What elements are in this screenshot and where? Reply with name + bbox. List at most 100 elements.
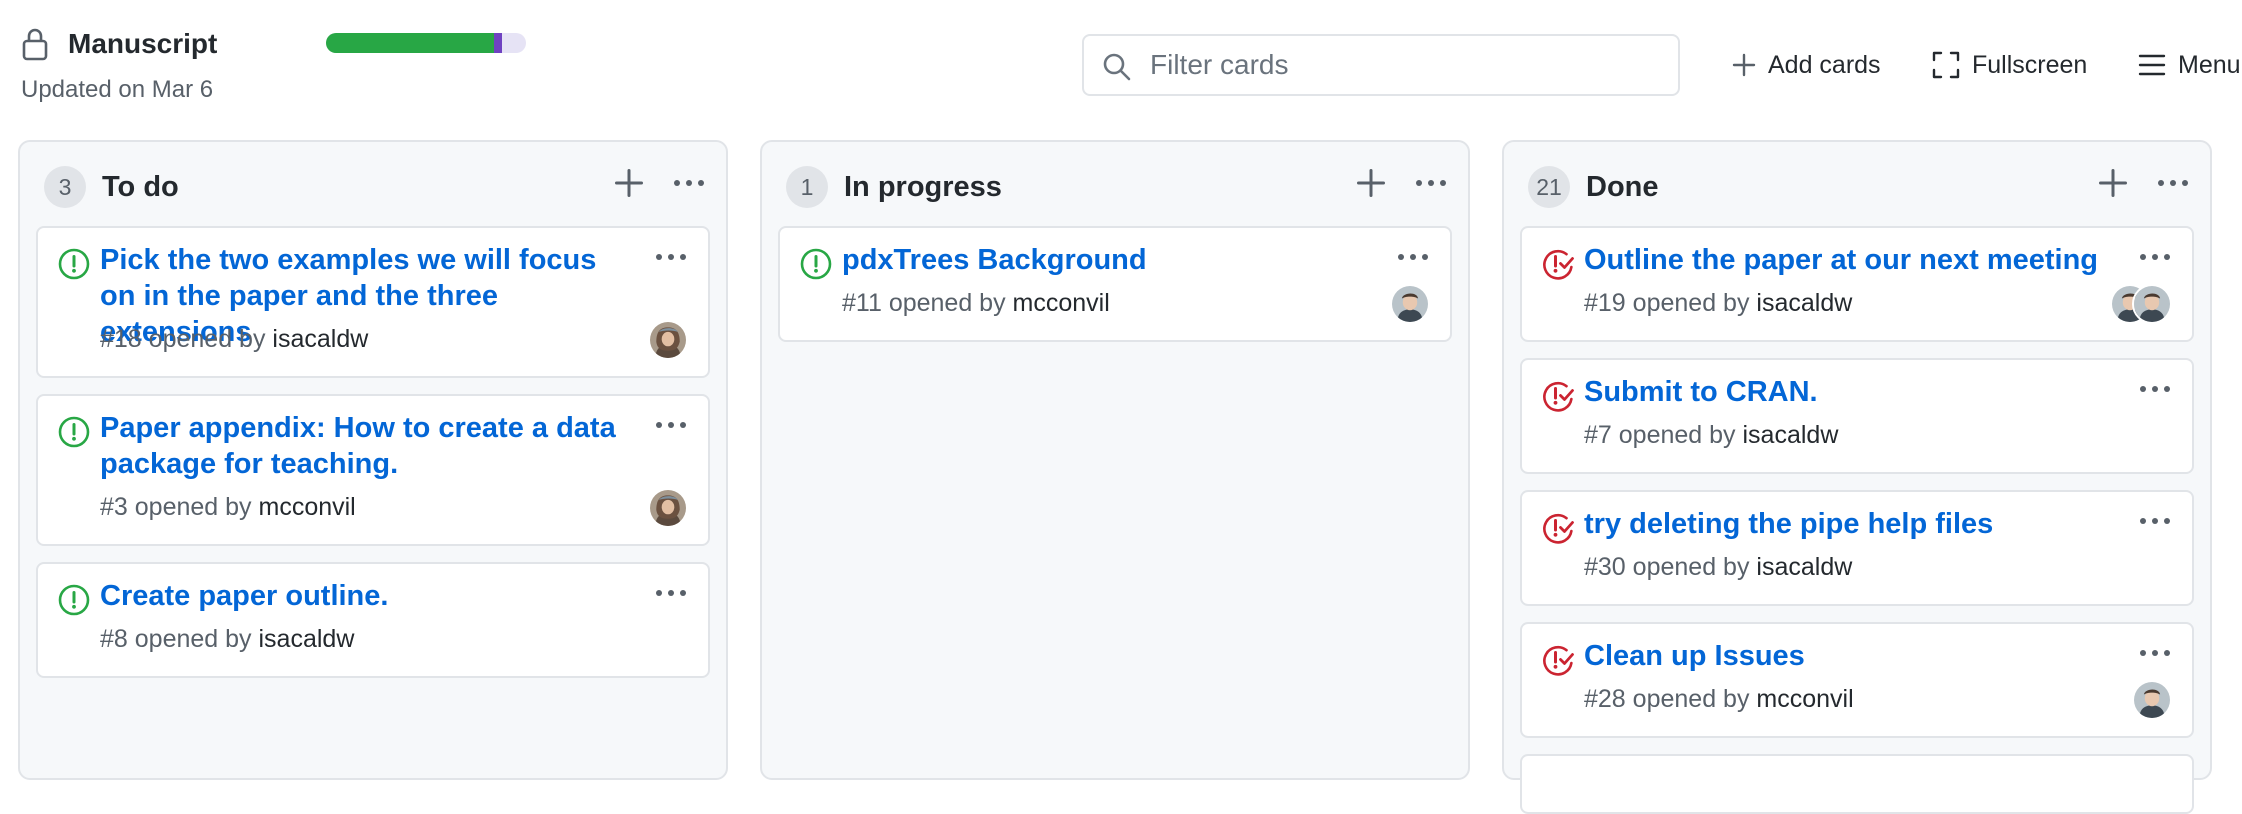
card-title-link[interactable]: Clean up Issues xyxy=(1584,638,2104,674)
column-title: To do xyxy=(102,171,179,203)
menu-button[interactable]: Menu xyxy=(2138,44,2241,86)
card-meta: #30 opened by isacaldw xyxy=(1584,550,1852,584)
author-link[interactable]: isacaldw xyxy=(272,325,368,353)
issue-closed-icon xyxy=(1542,248,1574,280)
opened-by-text: opened by xyxy=(148,325,266,353)
issue-card[interactable]: pdxTrees Background #11 opened by mcconv… xyxy=(778,226,1452,342)
issue-card[interactable]: Pick the two examples we will focus on i… xyxy=(36,226,710,378)
issue-opened-icon xyxy=(58,584,90,616)
column-in-progress: 1 In progress pdxTrees Background #11 op… xyxy=(760,140,1470,780)
column-options-icon[interactable] xyxy=(1414,168,1448,198)
issue-closed-icon xyxy=(1542,512,1574,544)
column-done: 21 Done Outline the paper at our next me… xyxy=(1502,140,2212,814)
column-title: In progress xyxy=(844,171,1002,203)
card-meta: #8 opened by isacaldw xyxy=(100,622,354,656)
project-title: Manuscript xyxy=(68,28,218,59)
updated-date: Updated on Mar 6 xyxy=(21,76,214,103)
assignee-avatar[interactable] xyxy=(648,488,688,528)
issue-number: #19 xyxy=(1584,289,1626,317)
add-card-plus-icon[interactable] xyxy=(1356,168,1386,198)
column-options-icon[interactable] xyxy=(672,168,706,198)
author-link[interactable]: mcconvil xyxy=(259,493,356,521)
card-options-icon[interactable] xyxy=(2138,382,2172,396)
add-card-plus-icon[interactable] xyxy=(2098,168,2128,198)
opened-by-text: opened by xyxy=(1632,289,1750,317)
assignee-avatar[interactable] xyxy=(2132,680,2172,720)
add-cards-label: Add cards xyxy=(1768,50,1881,79)
card-meta: #18 opened by isacaldw xyxy=(100,322,368,356)
author-link[interactable]: isacaldw xyxy=(259,625,355,653)
issue-number: #7 xyxy=(1584,421,1612,449)
progress-in-progress-segment xyxy=(494,33,502,53)
card-options-icon[interactable] xyxy=(2138,250,2172,264)
card-count-badge: 21 xyxy=(1528,166,1570,208)
progress-done-segment xyxy=(326,33,494,53)
issue-opened-icon xyxy=(58,248,90,280)
add-card-plus-icon[interactable] xyxy=(614,168,644,198)
opened-by-text: opened by xyxy=(1632,685,1750,713)
issue-card[interactable]: Outline the paper at our next meeting #1… xyxy=(1520,226,2194,342)
issue-card[interactable]: Paper appendix: How to create a data pac… xyxy=(36,394,710,546)
author-link[interactable]: isacaldw xyxy=(1756,289,1852,317)
column-header: 21 Done xyxy=(1504,142,2210,226)
card-meta: #28 opened by mcconvil xyxy=(1584,682,1854,716)
issue-number: #30 xyxy=(1584,553,1626,581)
issue-card[interactable] xyxy=(1520,754,2194,814)
card-options-icon[interactable] xyxy=(654,418,688,432)
assignee-avatar[interactable] xyxy=(1390,284,1430,324)
issue-card[interactable]: try deleting the pipe help files #30 ope… xyxy=(1520,490,2194,606)
card-title-link[interactable]: try deleting the pipe help files xyxy=(1584,506,2104,542)
card-title-link[interactable]: Create paper outline. xyxy=(100,578,620,614)
opened-by-text: opened by xyxy=(888,289,1006,317)
assignee-avatar[interactable] xyxy=(648,320,688,360)
issue-number: #18 xyxy=(100,325,142,353)
card-meta: #19 opened by isacaldw xyxy=(1584,286,1852,320)
project-progress-bar xyxy=(326,33,526,53)
hamburger-menu-icon xyxy=(2138,54,2166,76)
card-title-link[interactable]: Paper appendix: How to create a data pac… xyxy=(100,410,620,482)
fullscreen-icon xyxy=(1932,51,1960,79)
column-options-icon[interactable] xyxy=(2156,168,2190,198)
card-meta: #3 opened by mcconvil xyxy=(100,490,356,524)
column-header: 3 To do xyxy=(20,142,726,226)
column-to-do: 3 To do Pick the two examples we will fo… xyxy=(18,140,728,780)
card-title-link[interactable]: Outline the paper at our next meeting xyxy=(1584,242,2104,278)
author-link[interactable]: isacaldw xyxy=(1756,553,1852,581)
opened-by-text: opened by xyxy=(1618,421,1736,449)
opened-by-text: opened by xyxy=(1632,553,1750,581)
card-title-link[interactable]: pdxTrees Background xyxy=(842,242,1362,278)
card-meta: #7 opened by isacaldw xyxy=(1584,418,1838,452)
filter-cards-field[interactable] xyxy=(1082,34,1680,96)
issue-card[interactable]: Clean up Issues #28 opened by mcconvil xyxy=(1520,622,2194,738)
lock-icon xyxy=(22,28,48,61)
issue-number: #3 xyxy=(100,493,128,521)
author-link[interactable]: mcconvil xyxy=(1756,685,1853,713)
card-options-icon[interactable] xyxy=(2138,514,2172,528)
fullscreen-button[interactable]: Fullscreen xyxy=(1932,44,2087,86)
author-link[interactable]: mcconvil xyxy=(1013,289,1110,317)
issue-opened-icon xyxy=(800,248,832,280)
search-icon xyxy=(1103,53,1131,81)
card-options-icon[interactable] xyxy=(654,250,688,264)
card-options-icon[interactable] xyxy=(654,586,688,600)
issue-card[interactable]: Submit to CRAN. #7 opened by isacaldw xyxy=(1520,358,2194,474)
issue-closed-icon xyxy=(1542,644,1574,676)
project-header: Manuscript Updated on Mar 6 Add cards Fu… xyxy=(0,0,2242,135)
issue-number: #28 xyxy=(1584,685,1626,713)
menu-label: Menu xyxy=(2178,50,2241,79)
card-title-link[interactable]: Submit to CRAN. xyxy=(1584,374,2104,410)
card-meta: #11 opened by mcconvil xyxy=(842,286,1110,320)
column-title: Done xyxy=(1586,171,1659,203)
filter-cards-input[interactable] xyxy=(1148,44,1658,86)
assignee-avatar[interactable] xyxy=(2132,284,2172,324)
add-cards-button[interactable]: Add cards xyxy=(1732,44,1881,86)
card-count-badge: 1 xyxy=(786,166,828,208)
card-options-icon[interactable] xyxy=(1396,250,1430,264)
author-link[interactable]: isacaldw xyxy=(1743,421,1839,449)
card-options-icon[interactable] xyxy=(2138,646,2172,660)
fullscreen-label: Fullscreen xyxy=(1972,50,2088,79)
column-header: 1 In progress xyxy=(762,142,1468,226)
opened-by-text: opened by xyxy=(134,625,252,653)
card-count-badge: 3 xyxy=(44,166,86,208)
issue-card[interactable]: Create paper outline. #8 opened by isaca… xyxy=(36,562,710,678)
